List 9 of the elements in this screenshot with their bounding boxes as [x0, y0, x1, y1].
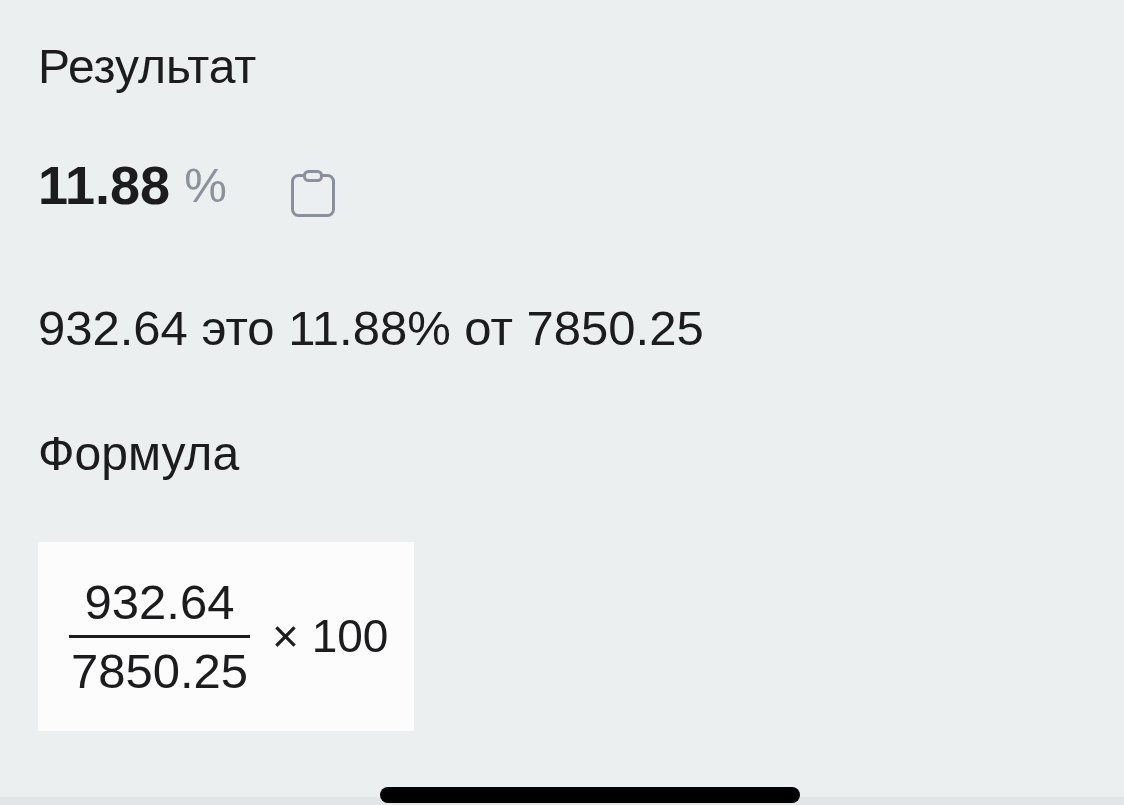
result-unit: %: [184, 158, 227, 214]
clipboard-icon[interactable]: [290, 170, 335, 217]
formula-numerator: 932.64: [84, 577, 235, 631]
formula-multiplier: × 100: [272, 609, 389, 664]
formula-heading: Формула: [38, 426, 240, 482]
result-heading: Результат: [38, 39, 257, 95]
result-value: 11.88: [38, 154, 171, 217]
formula-denominator: 7850.25: [70, 642, 249, 696]
result-sentence: 932.64 это 11.88% от 7850.25: [38, 300, 704, 356]
